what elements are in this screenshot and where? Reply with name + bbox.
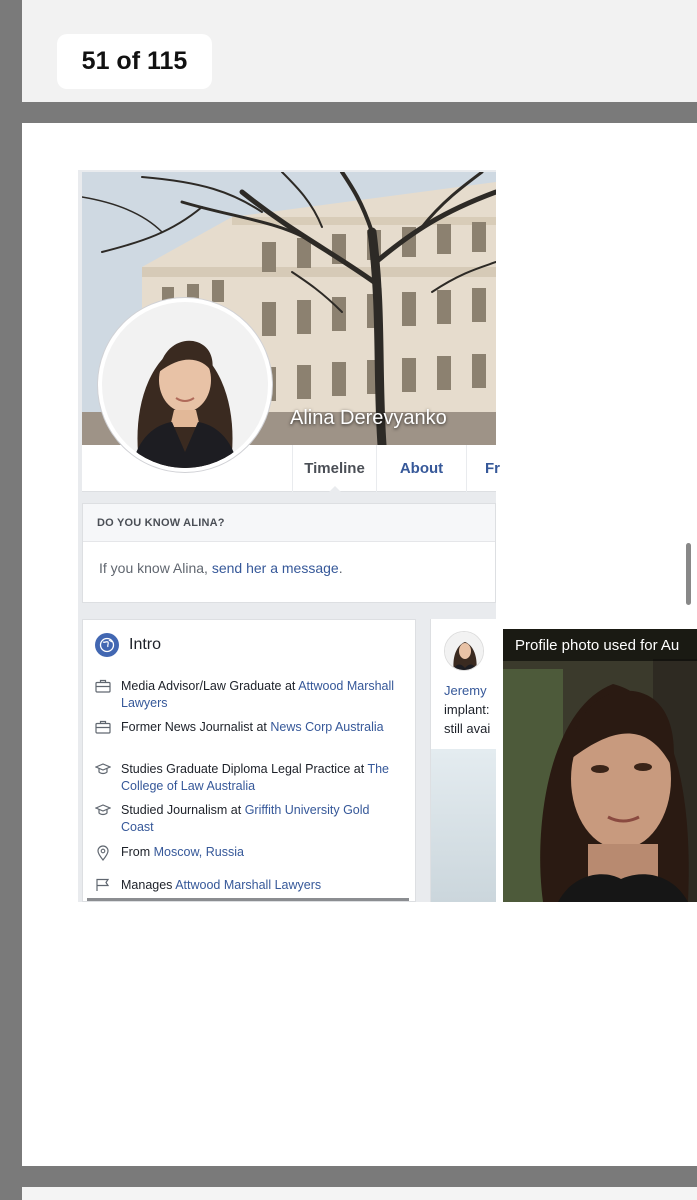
next-page-strip — [22, 1187, 697, 1200]
graduation-cap-icon — [94, 802, 121, 836]
intro-item-link[interactable]: News Corp Australia — [270, 720, 383, 734]
do-you-know-card: DO YOU KNOW ALINA? If you know Alina, se… — [82, 503, 496, 603]
post-image[interactable] — [431, 749, 496, 902]
graduation-cap-icon — [94, 761, 121, 795]
intro-item-link[interactable]: Moscow, Russia — [154, 845, 244, 859]
comparison-portrait-image — [503, 629, 697, 902]
top-strip: 51 of 115 — [22, 0, 697, 102]
intro-item-from: From Moscow, Russia — [95, 844, 405, 866]
intro-item-text: Media Advisor/Law Graduate at — [121, 679, 299, 693]
profile-portrait-image — [102, 302, 268, 468]
do-you-know-suffix: . — [338, 560, 343, 576]
image-counter: 51 of 115 — [57, 34, 212, 89]
flag-icon — [95, 877, 121, 897]
briefcase-icon — [95, 678, 121, 712]
intro-item-text: Studied Journalism at — [121, 803, 245, 817]
location-pin-icon — [95, 844, 121, 866]
intro-item-work: Media Advisor/Law Graduate at Attwood Ma… — [95, 678, 405, 712]
tab-friends[interactable]: Fr — [466, 445, 506, 492]
intro-item-former-work: Former News Journalist at News Corp Aust… — [95, 719, 405, 739]
intro-item-studied: Studied Journalism at Griffith Universit… — [94, 802, 405, 836]
intro-card: Intro Media Advisor/Law Graduate at Attw… — [82, 619, 416, 902]
intro-title: Intro — [129, 636, 162, 653]
do-you-know-heading: DO YOU KNOW ALINA? — [83, 504, 495, 542]
post-author-name[interactable]: Jeremy — [444, 682, 496, 700]
post-author-avatar[interactable] — [444, 631, 484, 671]
profile-picture[interactable] — [98, 298, 272, 472]
post-text-line: still avai — [444, 721, 491, 736]
intro-item-manages: Manages Attwood Marshall Lawyers — [95, 877, 405, 897]
intro-item-studies: Studies Graduate Diploma Legal Practice … — [94, 761, 405, 795]
post-text-line: implant: — [444, 702, 490, 717]
post-card: Jeremy implant: still avai — [430, 619, 496, 902]
globe-icon — [95, 633, 119, 657]
do-you-know-prefix: If you know Alina, — [99, 560, 212, 576]
tab-timeline[interactable]: Timeline — [292, 445, 376, 493]
profile-name[interactable]: Alina Derevyanko — [290, 407, 447, 430]
photos-strip-edge — [87, 898, 409, 901]
intro-item-link[interactable]: Attwood Marshall Lawyers — [175, 878, 321, 892]
tab-about[interactable]: About — [376, 445, 466, 492]
comparison-photo-panel: Profile photo used for Au — [503, 629, 697, 902]
briefcase-icon — [95, 719, 121, 739]
scrollbar-thumb[interactable] — [686, 543, 691, 605]
intro-item-text: From — [121, 845, 154, 859]
intro-item-text: Manages — [121, 878, 176, 892]
intro-item-text: Studies Graduate Diploma Legal Practice … — [121, 762, 368, 776]
send-message-link[interactable]: send her a message — [212, 560, 339, 576]
photo-caption: Profile photo used for Au — [503, 629, 697, 661]
intro-item-text: Former News Journalist at — [121, 720, 271, 734]
do-you-know-text: If you know Alina, send her a message. — [83, 542, 495, 576]
intro-heading: Intro — [95, 632, 161, 658]
